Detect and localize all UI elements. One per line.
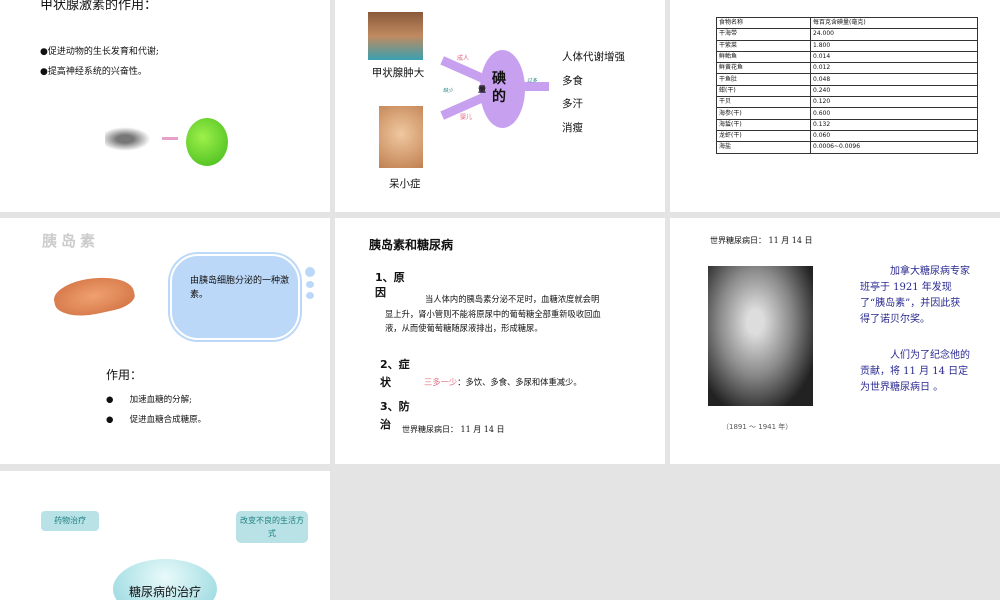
tadpoles-image xyxy=(105,125,155,153)
slide-thumbnail-7[interactable]: 药物治疗 改变不良的生活方式 糖尿病的治疗 xyxy=(0,471,330,600)
effects-list: 人体代谢增强 多食 多汗 消瘦 xyxy=(562,46,625,140)
cell: 0.0006~0.0096 xyxy=(810,141,978,154)
medication-box: 药物治疗 xyxy=(41,511,99,531)
banting-portrait xyxy=(708,266,813,406)
table-header-row: 食物名称 每百克含碘量(毫克) xyxy=(716,16,978,30)
effect-item: 多汗 xyxy=(562,98,583,110)
bullet-item: ●促进动物的生长发育和代谢; xyxy=(40,47,159,57)
cause-paragraph: 当人体内的胰岛素分泌不足时，血糖浓度就会明显上升，肾小管则不能将原尿中的葡萄糖全… xyxy=(385,294,601,333)
discovery-paragraph: 加拿大糖尿病专家班亭于 1921 年发现了“胰岛素”，并因此获得了诺贝尔奖。 xyxy=(860,266,970,325)
dot xyxy=(306,292,314,299)
lack-label: 缺少 xyxy=(443,88,454,94)
slide-thumbnail-6[interactable]: 世界糖尿病日： 11 月 14 日 （1891 ～ 1941 年） 加拿大糖尿病… xyxy=(670,218,1000,464)
treatment-title: 糖尿病的治疗 xyxy=(128,585,201,599)
cell: 海盐 xyxy=(716,141,811,154)
dot xyxy=(305,267,315,277)
arrow-icon xyxy=(162,137,178,140)
commemoration-paragraph: 人们为了纪念他的贡献，将 11 月 14 日定为世界糖尿病日 。 xyxy=(860,350,970,393)
slide-thumbnail-3[interactable]: 食物名称 每百克含碘量(毫克) 干海带 24.000 干紫菜 1.800 鲜鲐鱼 0.0… xyxy=(670,0,1000,212)
cell: 蚶(干) xyxy=(716,84,811,98)
bullet-text: 加速血糖的分解; xyxy=(129,395,193,405)
slide-thumbnail-2[interactable]: 甲状腺肿大 呆小症 碘的 量 成人 婴儿 缺少 过多 人体代谢增强 多食 多汗 … xyxy=(335,0,665,212)
slide-thumbnail-5[interactable]: 胰岛素和糖尿病 1、原因 当人体内的胰岛素分泌不足时，血糖浓度就会明显上升，肾小… xyxy=(335,218,665,464)
table-row: 海参(干) 0.600 xyxy=(716,107,978,120)
cell: 干鱼肚 xyxy=(716,73,811,86)
table-row: 干紫菜 1.800 xyxy=(716,39,978,52)
slide-thumbnail-4[interactable]: 胰岛素 由胰岛细胞分泌的一种激素。 作用： ● 加速血糖的分解; ● 促进血糖合… xyxy=(0,218,330,464)
cell: 海蜇(干) xyxy=(716,118,811,131)
bullet-item: ●提高神经系统的兴奋性。 xyxy=(40,67,147,77)
cell: 0.120 xyxy=(810,96,978,109)
cell: 0.012 xyxy=(810,62,978,75)
cell: 干紫菜 xyxy=(716,39,811,52)
cell: 干贝 xyxy=(716,96,811,109)
bullet-text: 促进血糖合成糖原。 xyxy=(129,415,207,425)
cell: 鲜鲐鱼 xyxy=(716,50,811,64)
cell: 龙虾(干) xyxy=(716,129,811,143)
table-row: 蚶(干) 0.240 xyxy=(716,84,978,98)
header-cell: 食物名称 xyxy=(716,16,811,30)
effect-item: 人体代谢增强 xyxy=(562,51,625,63)
iodine-label: 碘的 xyxy=(492,71,506,105)
table-row: 海蜇(干) 0.132 xyxy=(716,118,978,131)
table-row: 鲜鲐鱼 0.014 xyxy=(716,50,978,64)
three-more-one-less: 三多一少 xyxy=(424,377,458,387)
diabetes-day-text: 世界糖尿病日： 11 月 14 日 xyxy=(402,425,505,434)
excess-label: 过多 xyxy=(527,78,538,84)
adult-label: 成人 xyxy=(457,55,470,62)
role-heading: 作用： xyxy=(106,368,143,382)
portrait-caption: （1891 ～ 1941 年） xyxy=(722,423,793,431)
cell: 海参(干) xyxy=(716,107,811,120)
frog-image xyxy=(186,118,228,166)
table-row: 龙虾(干) 0.060 xyxy=(716,129,978,143)
bullet-list: ● 加速血糖的分解; ● 促进血糖合成糖原。 xyxy=(106,390,206,430)
dot xyxy=(306,281,314,288)
cell: 0.132 xyxy=(810,118,978,131)
goiter-photo xyxy=(368,12,423,60)
goiter-label: 甲状腺肿大 xyxy=(371,67,425,79)
infant-label: 婴儿 xyxy=(460,114,473,121)
slide-title: 胰岛素 xyxy=(42,232,100,250)
bullet-list: ●促进动物的生长发育和代谢; ●提高神经系统的兴奋性。 xyxy=(40,42,159,82)
cell: 鲜黄花鱼 xyxy=(716,62,811,75)
cell: 0.048 xyxy=(810,73,978,86)
cell: 0.240 xyxy=(810,84,978,98)
table-row: 海盐 0.0006~0.0096 xyxy=(716,141,978,154)
diabetes-day-text: 世界糖尿病日： 11 月 14 日 xyxy=(710,236,813,245)
slide-title: 胰岛素和糖尿病 xyxy=(369,238,454,252)
effect-item: 消瘦 xyxy=(562,121,583,134)
pancreas-image xyxy=(51,270,137,322)
cretinism-label: 呆小症 xyxy=(389,178,421,190)
symptom-text: 三多一少：多饮、多食、多尿和体重减少。 xyxy=(424,376,582,388)
bubble-text: 由胰岛细胞分泌的一种激素。 xyxy=(190,276,290,300)
slide-title: 甲状腺激素的作用： xyxy=(40,0,158,13)
table-row: 干贝 0.120 xyxy=(716,96,978,109)
bullet-item: ● 加速血糖的分解; xyxy=(106,395,193,405)
cell: 0.060 xyxy=(810,129,978,143)
iodine-content-table: 食物名称 每百克含碘量(毫克) 干海带 24.000 干紫菜 1.800 鲜鲐鱼 0.0… xyxy=(716,16,978,154)
cell: 0.014 xyxy=(810,50,978,64)
cell: 1.800 xyxy=(810,39,978,52)
table-row: 干海带 24.000 xyxy=(716,28,978,41)
symptom-detail: ：多饮、多食、多尿和体重减少。 xyxy=(457,377,582,387)
symptom-heading: 2、症状 xyxy=(380,358,410,389)
slide-thumbnail-1[interactable]: 甲状腺激素的作用： ●促进动物的生长发育和代谢; ●提高神经系统的兴奋性。 xyxy=(0,0,330,212)
cell: 0.600 xyxy=(810,107,978,120)
amount-label: 量 xyxy=(478,84,486,94)
lifestyle-box: 改变不良的生活方式 xyxy=(236,511,308,543)
cell: 干海带 xyxy=(716,28,811,41)
table-row: 鲜黄花鱼 0.012 xyxy=(716,62,978,75)
bullet-item: ● 促进血糖合成糖原。 xyxy=(106,415,207,425)
effect-item: 多食 xyxy=(562,74,583,87)
table-row: 干鱼肚 0.048 xyxy=(716,73,978,86)
header-cell: 每百克含碘量(毫克) xyxy=(810,16,978,30)
cretinism-photo xyxy=(379,106,423,168)
cell: 24.000 xyxy=(810,28,978,41)
